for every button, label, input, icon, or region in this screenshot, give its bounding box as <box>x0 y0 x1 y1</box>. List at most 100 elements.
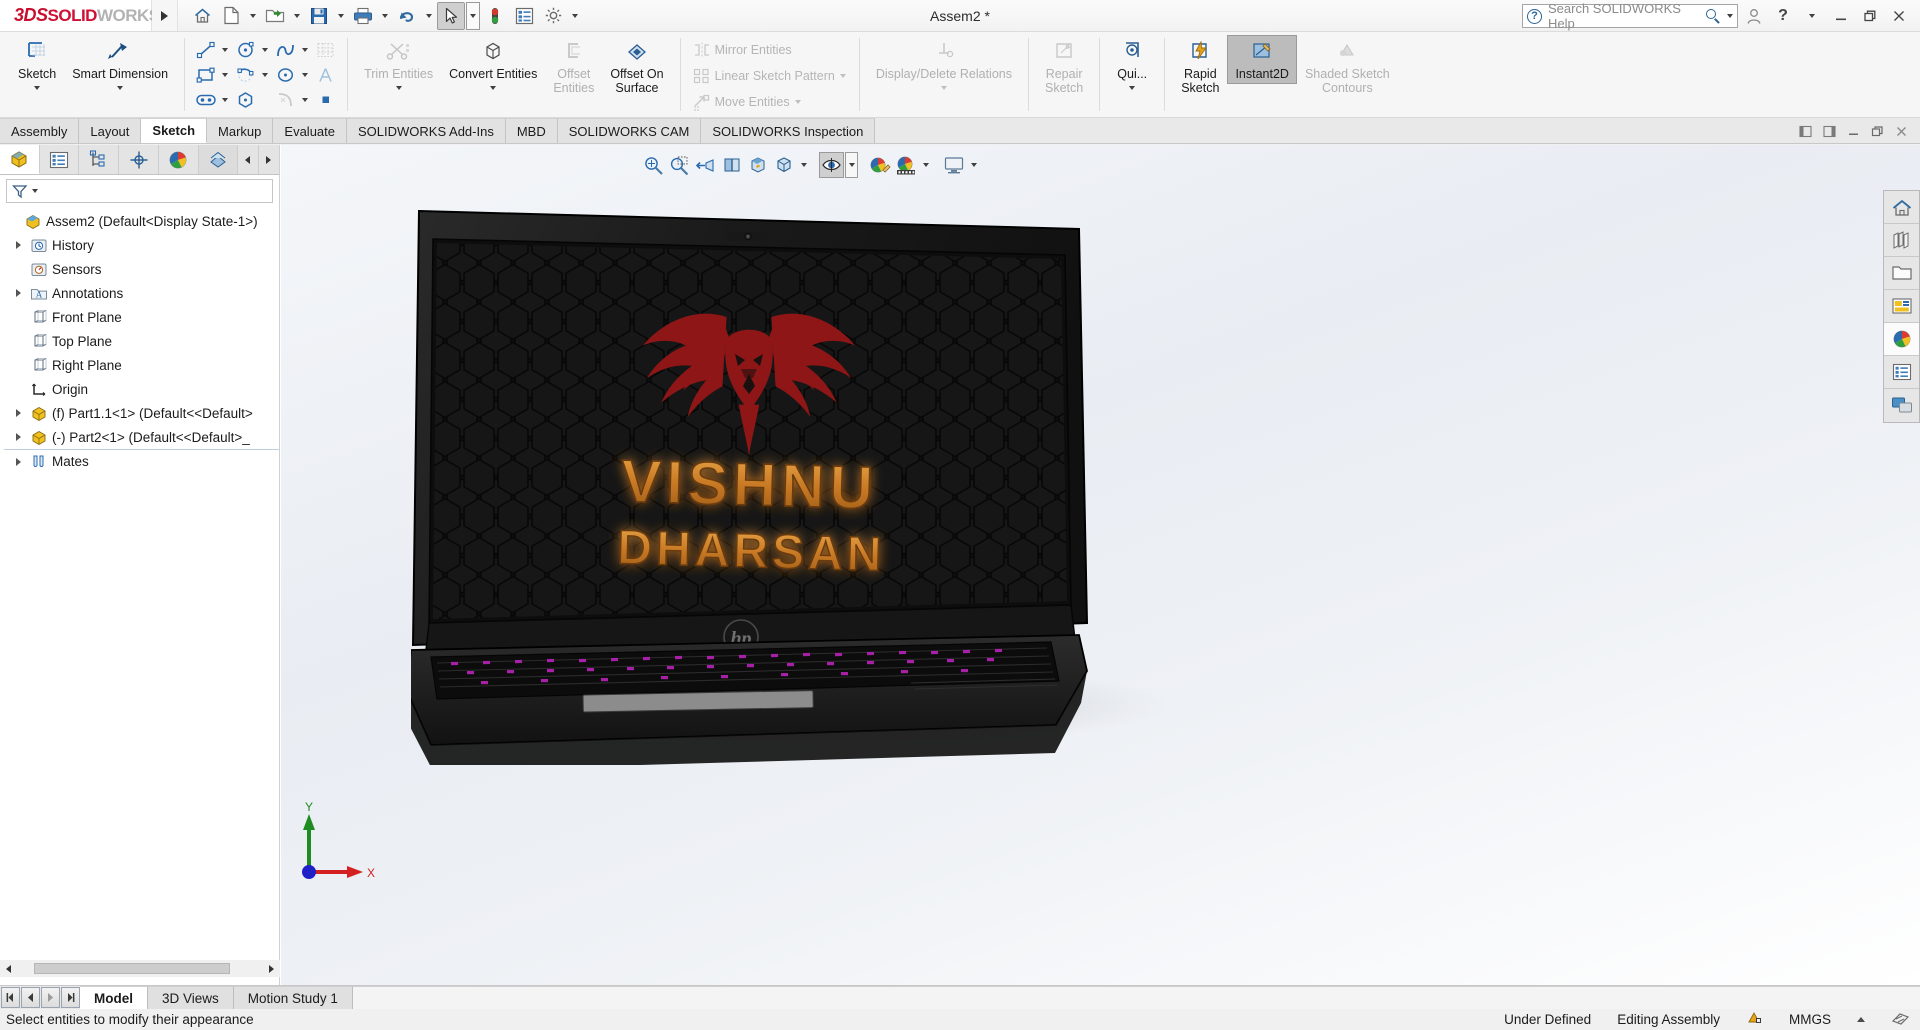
tree-item-assembly-root[interactable]: Assem2 (Default<Display State-1>) <box>4 209 279 233</box>
open-folder-icon[interactable] <box>261 2 289 30</box>
edit-appearance-icon[interactable] <box>867 152 892 178</box>
tab-evaluate[interactable]: Evaluate <box>273 118 347 143</box>
tree-item-part1[interactable]: (f) Part1.1<1> (Default<<Default> <box>4 401 279 425</box>
first-tab-icon[interactable] <box>1 987 20 1008</box>
zoom-to-fit-icon[interactable] <box>641 152 666 178</box>
file-explorer-icon[interactable] <box>1884 257 1919 290</box>
hide-show-items-dropdown[interactable] <box>845 152 858 178</box>
tree-item-annotations[interactable]: A Annotations <box>4 281 279 305</box>
file-properties-icon[interactable] <box>510 2 538 30</box>
rebuild-icon[interactable] <box>481 2 509 30</box>
scroll-right-icon[interactable] <box>263 960 280 977</box>
trim-entities-button[interactable]: Trim Entities <box>356 35 441 96</box>
arc-dropdown[interactable] <box>259 72 271 77</box>
spline-button[interactable] <box>273 38 313 61</box>
select-cursor-icon[interactable] <box>437 1 465 30</box>
help-search-box[interactable]: ? Search SOLIDWORKS Help <box>1522 1 1738 31</box>
bottom-tab-motion-study[interactable]: Motion Study 1 <box>233 986 353 1009</box>
tab-solidworks-add-ins[interactable]: SOLIDWORKS Add-Ins <box>347 118 506 143</box>
search-icon[interactable] <box>1706 8 1721 24</box>
close-icon[interactable] <box>1886 3 1912 29</box>
user-account-icon[interactable] <box>1741 3 1767 29</box>
offset-entities-button[interactable]: Offset Entities <box>545 35 602 99</box>
view-palette-icon[interactable] <box>1884 290 1919 323</box>
next-tab-icon[interactable] <box>41 987 60 1008</box>
smart-dimension-dropdown[interactable] <box>117 83 124 93</box>
help-dropdown[interactable] <box>1799 3 1825 29</box>
shaded-sketch-contours-button[interactable]: Shaded Sketch Contours <box>1297 35 1398 99</box>
trim-entities-dropdown[interactable] <box>395 83 402 93</box>
circle-dropdown[interactable] <box>259 47 271 52</box>
prev-tab-icon[interactable] <box>21 987 40 1008</box>
render-manager-tab[interactable] <box>198 145 239 174</box>
tree-arrow[interactable] <box>12 433 25 441</box>
tree-item-top-plane[interactable]: Top Plane <box>4 329 279 353</box>
tree-item-part2[interactable]: (-) Part2<1> (Default<<Default>_ <box>4 425 279 449</box>
rectangle-button[interactable] <box>193 63 233 86</box>
quick-snaps-dropdown[interactable] <box>1129 83 1136 93</box>
sketch-button[interactable]: Sketch <box>10 35 64 96</box>
select-dropdown[interactable] <box>466 1 480 30</box>
sketch-fillet-button[interactable] <box>273 88 313 111</box>
graphics-viewport[interactable]: VISHNU DHARSAN hp Y X <box>281 145 1920 985</box>
minimize-icon[interactable] <box>1828 3 1854 29</box>
move-entities-button[interactable]: Move Entities <box>689 90 851 113</box>
tab-sketch[interactable]: Sketch <box>141 118 208 143</box>
tab-solidworks-cam[interactable]: SOLIDWORKS CAM <box>557 118 702 143</box>
options-dropdown[interactable] <box>568 2 582 30</box>
bottom-tab-model[interactable]: Model <box>80 986 148 1009</box>
tree-item-front-plane[interactable]: Front Plane <box>4 305 279 329</box>
configuration-manager-tab[interactable] <box>79 145 120 174</box>
display-manager-tab[interactable] <box>158 145 199 174</box>
point-button[interactable] <box>313 88 339 111</box>
tab-mbd[interactable]: MBD <box>505 118 558 143</box>
line-button[interactable] <box>193 38 233 61</box>
chevron-down-icon[interactable] <box>1727 14 1733 18</box>
tree-item-mates[interactable]: Mates <box>4 449 279 473</box>
polygon-button[interactable] <box>233 88 273 111</box>
offset-on-surface-button[interactable]: Offset On Surface <box>602 35 671 99</box>
quick-snaps-button[interactable]: Qui... <box>1108 35 1156 96</box>
tab-scroll-right-button[interactable] <box>258 145 279 174</box>
repair-sketch-button[interactable]: Repair Sketch <box>1037 35 1091 99</box>
status-expand-icon[interactable] <box>1891 1011 1910 1029</box>
scrollbar-thumb[interactable] <box>34 963 230 974</box>
tree-arrow[interactable] <box>12 457 25 466</box>
rectangle-dropdown[interactable] <box>219 72 231 77</box>
move-entities-dropdown[interactable] <box>792 99 804 104</box>
help-question-icon[interactable]: ? <box>1770 3 1796 29</box>
hide-show-items-icon[interactable] <box>819 152 844 178</box>
convert-entities-button[interactable]: Convert Entities <box>441 35 545 96</box>
tree-item-right-plane[interactable]: Right Plane <box>4 353 279 377</box>
apply-scene-icon[interactable] <box>893 152 918 178</box>
bottom-tab-3d-views[interactable]: 3D Views <box>148 986 234 1009</box>
line-dropdown[interactable] <box>219 47 231 52</box>
mirror-entities-button[interactable]: Mirror Entities <box>689 38 851 61</box>
circle-button[interactable] <box>233 38 273 61</box>
previous-view-icon[interactable] <box>693 152 718 178</box>
display-style-icon[interactable] <box>771 152 796 178</box>
sketch-pattern-button[interactable] <box>313 38 339 61</box>
new-document-icon[interactable] <box>217 2 245 30</box>
feature-tree-horizontal-scrollbar[interactable] <box>0 960 280 977</box>
options-gear-icon[interactable] <box>539 2 567 30</box>
status-units-caret[interactable] <box>1857 1017 1865 1022</box>
display-delete-relations-dropdown[interactable] <box>940 83 947 93</box>
last-tab-icon[interactable] <box>61 987 80 1008</box>
doc-close-icon[interactable] <box>1890 121 1912 141</box>
instant2d-button[interactable]: Instant2D <box>1227 35 1297 85</box>
rapid-sketch-button[interactable]: Rapid Sketch <box>1173 35 1227 99</box>
print-icon[interactable] <box>349 2 377 30</box>
tab-assembly[interactable]: Assembly <box>0 118 80 143</box>
ellipse-button[interactable] <box>273 63 313 86</box>
pin-right-icon[interactable] <box>1818 121 1840 141</box>
print-dropdown[interactable] <box>378 2 392 30</box>
feature-manager-tab[interactable] <box>0 145 40 174</box>
display-delete-relations-button[interactable]: Display/Delete Relations <box>868 35 1020 96</box>
menu-expand-button[interactable] <box>152 0 178 31</box>
status-overlay-icon[interactable] <box>1746 1010 1763 1029</box>
ellipse-dropdown[interactable] <box>299 72 311 77</box>
view-orientation-icon[interactable] <box>745 152 770 178</box>
save-dropdown[interactable] <box>334 2 348 30</box>
display-style-dropdown[interactable] <box>797 152 810 178</box>
